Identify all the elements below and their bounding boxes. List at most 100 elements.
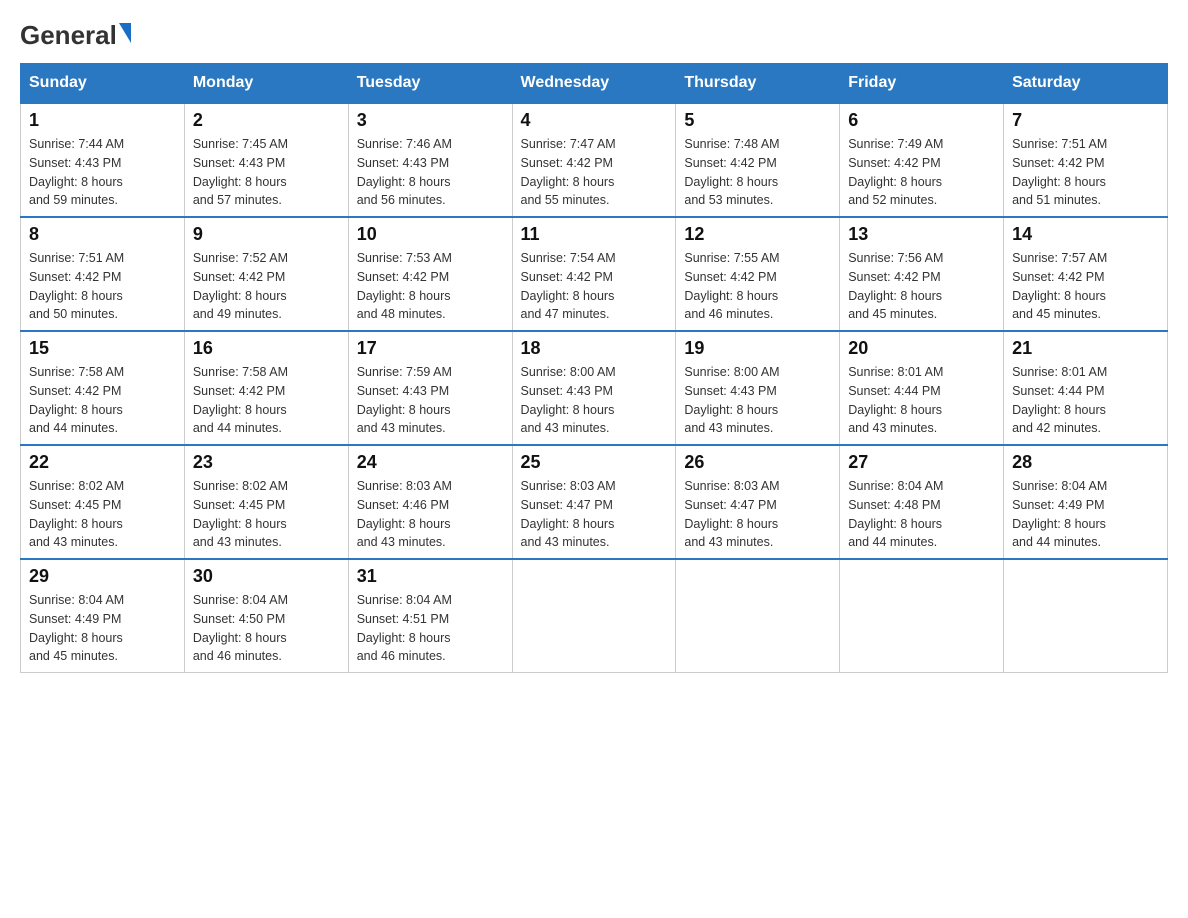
day-info: Sunrise: 7:57 AMSunset: 4:42 PMDaylight:…	[1012, 249, 1159, 324]
day-number: 15	[29, 338, 176, 359]
calendar-header-row: SundayMondayTuesdayWednesdayThursdayFrid…	[21, 64, 1168, 104]
calendar-cell: 26 Sunrise: 8:03 AMSunset: 4:47 PMDayligh…	[676, 445, 840, 559]
day-number: 16	[193, 338, 340, 359]
week-row-2: 8Sunrise: 7:51 AMSunset: 4:42 PMDaylight…	[21, 217, 1168, 331]
calendar-cell: 17 Sunrise: 7:59 AMSunset: 4:43 PMDayligh…	[348, 331, 512, 445]
calendar-cell: 19 Sunrise: 8:00 AMSunset: 4:43 PMDayligh…	[676, 331, 840, 445]
calendar-header-friday: Friday	[840, 64, 1004, 104]
calendar-table: SundayMondayTuesdayWednesdayThursdayFrid…	[20, 63, 1168, 673]
day-number: 11	[521, 224, 668, 245]
day-info: Sunrise: 7:44 AMSunset: 4:43 PMDaylight:…	[29, 135, 176, 210]
day-info: Sunrise: 7:47 AMSunset: 4:42 PMDaylight:…	[521, 135, 668, 210]
day-info: Sunrise: 8:03 AMSunset: 4:47 PMDaylight:…	[684, 477, 831, 552]
week-row-5: 29 Sunrise: 8:04 AMSunset: 4:49 PMDayligh…	[21, 559, 1168, 673]
day-number: 2	[193, 110, 340, 131]
calendar-cell: 20Sunrise: 8:01 AMSunset: 4:44 PMDayligh…	[840, 331, 1004, 445]
day-info: Sunrise: 8:00 AMSunset: 4:43 PMDaylight:…	[521, 363, 668, 438]
calendar-cell: 4Sunrise: 7:47 AMSunset: 4:42 PMDaylight…	[512, 103, 676, 217]
calendar-cell: 16 Sunrise: 7:58 AMSunset: 4:42 PMDayligh…	[184, 331, 348, 445]
calendar-cell: 28 Sunrise: 8:04 AMSunset: 4:49 PMDayligh…	[1004, 445, 1168, 559]
calendar-cell: 21 Sunrise: 8:01 AMSunset: 4:44 PMDayligh…	[1004, 331, 1168, 445]
calendar-cell: 5 Sunrise: 7:48 AMSunset: 4:42 PMDaylight…	[676, 103, 840, 217]
day-info: Sunrise: 8:02 AMSunset: 4:45 PMDaylight:…	[29, 477, 176, 552]
day-number: 10	[357, 224, 504, 245]
calendar-cell: 2 Sunrise: 7:45 AMSunset: 4:43 PMDaylight…	[184, 103, 348, 217]
day-info: Sunrise: 8:03 AMSunset: 4:46 PMDaylight:…	[357, 477, 504, 552]
day-number: 31	[357, 566, 504, 587]
week-row-1: 1 Sunrise: 7:44 AMSunset: 4:43 PMDaylight…	[21, 103, 1168, 217]
day-number: 12	[684, 224, 831, 245]
day-info: Sunrise: 7:53 AMSunset: 4:42 PMDaylight:…	[357, 249, 504, 324]
calendar-cell: 31 Sunrise: 8:04 AMSunset: 4:51 PMDayligh…	[348, 559, 512, 673]
calendar-cell: 3Sunrise: 7:46 AMSunset: 4:43 PMDaylight…	[348, 103, 512, 217]
day-info: Sunrise: 7:45 AMSunset: 4:43 PMDaylight:…	[193, 135, 340, 210]
week-row-4: 22 Sunrise: 8:02 AMSunset: 4:45 PMDayligh…	[21, 445, 1168, 559]
calendar-cell: 29 Sunrise: 8:04 AMSunset: 4:49 PMDayligh…	[21, 559, 185, 673]
week-row-3: 15 Sunrise: 7:58 AMSunset: 4:42 PMDayligh…	[21, 331, 1168, 445]
logo-triangle-icon	[119, 23, 131, 43]
day-info: Sunrise: 8:04 AMSunset: 4:49 PMDaylight:…	[1012, 477, 1159, 552]
calendar-cell: 9 Sunrise: 7:52 AMSunset: 4:42 PMDaylight…	[184, 217, 348, 331]
day-number: 29	[29, 566, 176, 587]
calendar-cell: 18 Sunrise: 8:00 AMSunset: 4:43 PMDayligh…	[512, 331, 676, 445]
day-number: 3	[357, 110, 504, 131]
calendar-cell: 15 Sunrise: 7:58 AMSunset: 4:42 PMDayligh…	[21, 331, 185, 445]
day-number: 23	[193, 452, 340, 473]
day-info: Sunrise: 8:04 AMSunset: 4:48 PMDaylight:…	[848, 477, 995, 552]
day-info: Sunrise: 8:04 AMSunset: 4:49 PMDaylight:…	[29, 591, 176, 666]
day-number: 26	[684, 452, 831, 473]
calendar-cell	[840, 559, 1004, 673]
day-info: Sunrise: 7:51 AMSunset: 4:42 PMDaylight:…	[1012, 135, 1159, 210]
day-info: Sunrise: 8:01 AMSunset: 4:44 PMDaylight:…	[1012, 363, 1159, 438]
calendar-cell	[512, 559, 676, 673]
logo-general-text: General	[20, 20, 117, 51]
calendar-header-sunday: Sunday	[21, 64, 185, 104]
day-info: Sunrise: 8:00 AMSunset: 4:43 PMDaylight:…	[684, 363, 831, 438]
day-info: Sunrise: 7:58 AMSunset: 4:42 PMDaylight:…	[29, 363, 176, 438]
day-info: Sunrise: 8:02 AMSunset: 4:45 PMDaylight:…	[193, 477, 340, 552]
day-info: Sunrise: 8:03 AMSunset: 4:47 PMDaylight:…	[521, 477, 668, 552]
day-number: 17	[357, 338, 504, 359]
calendar-cell: 27Sunrise: 8:04 AMSunset: 4:48 PMDayligh…	[840, 445, 1004, 559]
calendar-cell	[1004, 559, 1168, 673]
day-info: Sunrise: 7:59 AMSunset: 4:43 PMDaylight:…	[357, 363, 504, 438]
calendar-cell: 12 Sunrise: 7:55 AMSunset: 4:42 PMDayligh…	[676, 217, 840, 331]
calendar-cell: 11 Sunrise: 7:54 AMSunset: 4:42 PMDayligh…	[512, 217, 676, 331]
day-info: Sunrise: 7:49 AMSunset: 4:42 PMDaylight:…	[848, 135, 995, 210]
day-number: 24	[357, 452, 504, 473]
day-number: 25	[521, 452, 668, 473]
day-number: 1	[29, 110, 176, 131]
day-info: Sunrise: 7:51 AMSunset: 4:42 PMDaylight:…	[29, 249, 176, 324]
calendar-cell: 1 Sunrise: 7:44 AMSunset: 4:43 PMDaylight…	[21, 103, 185, 217]
day-info: Sunrise: 7:54 AMSunset: 4:42 PMDaylight:…	[521, 249, 668, 324]
logo: General	[20, 20, 131, 43]
day-number: 30	[193, 566, 340, 587]
day-info: Sunrise: 7:52 AMSunset: 4:42 PMDaylight:…	[193, 249, 340, 324]
calendar-header-thursday: Thursday	[676, 64, 840, 104]
day-info: Sunrise: 7:48 AMSunset: 4:42 PMDaylight:…	[684, 135, 831, 210]
calendar-cell	[676, 559, 840, 673]
day-number: 6	[848, 110, 995, 131]
calendar-cell: 25 Sunrise: 8:03 AMSunset: 4:47 PMDayligh…	[512, 445, 676, 559]
day-number: 21	[1012, 338, 1159, 359]
day-info: Sunrise: 7:55 AMSunset: 4:42 PMDaylight:…	[684, 249, 831, 324]
day-number: 18	[521, 338, 668, 359]
day-number: 13	[848, 224, 995, 245]
day-number: 5	[684, 110, 831, 131]
calendar-cell: 8Sunrise: 7:51 AMSunset: 4:42 PMDaylight…	[21, 217, 185, 331]
calendar-cell: 30Sunrise: 8:04 AMSunset: 4:50 PMDayligh…	[184, 559, 348, 673]
calendar-cell: 22 Sunrise: 8:02 AMSunset: 4:45 PMDayligh…	[21, 445, 185, 559]
calendar-cell: 14 Sunrise: 7:57 AMSunset: 4:42 PMDayligh…	[1004, 217, 1168, 331]
calendar-header-tuesday: Tuesday	[348, 64, 512, 104]
calendar-cell: 6 Sunrise: 7:49 AMSunset: 4:42 PMDaylight…	[840, 103, 1004, 217]
calendar-header-monday: Monday	[184, 64, 348, 104]
page-header: General	[20, 20, 1168, 43]
day-number: 14	[1012, 224, 1159, 245]
day-number: 28	[1012, 452, 1159, 473]
day-info: Sunrise: 7:58 AMSunset: 4:42 PMDaylight:…	[193, 363, 340, 438]
day-number: 22	[29, 452, 176, 473]
day-number: 19	[684, 338, 831, 359]
calendar-cell: 10 Sunrise: 7:53 AMSunset: 4:42 PMDayligh…	[348, 217, 512, 331]
day-number: 9	[193, 224, 340, 245]
day-info: Sunrise: 8:04 AMSunset: 4:51 PMDaylight:…	[357, 591, 504, 666]
